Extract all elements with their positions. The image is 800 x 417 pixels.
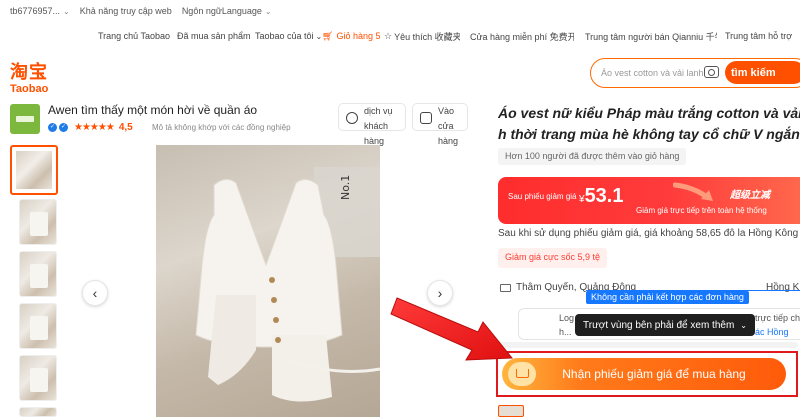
site-nav: Trang chủ Taobao Đã mua sản phẩm Taobao … — [0, 22, 800, 50]
visit-store-label: Vào cửa hàng — [438, 104, 458, 149]
product-photo: No.1 — [195, 167, 380, 402]
shop-note: Mô tả không khớp với các đồng nghiệp — [152, 123, 291, 132]
logistics-text: h... — [559, 327, 572, 337]
divider — [498, 342, 798, 348]
star-icon: ☆ — [384, 30, 393, 41]
nav-label: Trang chủ Taobao — [98, 31, 171, 41]
svc-line: dịch vụ — [364, 106, 393, 116]
thumbnail-3[interactable] — [19, 251, 57, 297]
number-tag-label: No.1 — [339, 175, 352, 200]
product-title: Áo vest nữ kiểu Pháp màu trắng cotton và… — [498, 103, 800, 145]
search-bar: Áo vest cotton và vải lanh tìm kiếm — [590, 58, 800, 88]
verified-badge-icon: ✓ — [48, 123, 57, 132]
chevron-right-icon: › — [437, 285, 443, 301]
coupon-price: ¥53.1 — [579, 185, 624, 208]
main-product-image[interactable]: No.1 — [156, 145, 380, 417]
chat-icon — [346, 112, 358, 124]
combine-orders-tip: Không cần phải kết hợp các đơn hàng — [586, 291, 749, 304]
sku-thumbnail[interactable] — [498, 405, 524, 417]
shop-logo[interactable] — [10, 104, 40, 134]
logistics-text: trực tiếp chí — [755, 313, 800, 323]
logistics-text: Log — [559, 313, 575, 323]
nav-label: Yêu thích 收藏夹 — [394, 31, 460, 42]
added-to-cart-badge: Hơn 100 người đã được thêm vào giỏ hàng — [498, 148, 687, 165]
title-line-2: h thời trang mùa hè không tay cổ chữ V n… — [498, 126, 800, 142]
chevron-down-icon[interactable]: ⌄ — [63, 7, 70, 16]
thumbnail-2[interactable] — [19, 199, 57, 245]
search-button[interactable]: tìm kiếm — [725, 61, 800, 84]
nav-purchased[interactable]: Đã mua sản phẩm — [177, 31, 251, 41]
title-line-1: Áo vest nữ kiểu Pháp màu trắng cotton và… — [498, 105, 800, 121]
search-input[interactable]: Áo vest cotton và vải lanh — [601, 68, 704, 78]
scroll-hint-tooltip[interactable]: Trượt vùng bên phải để xem thêm ⌄ — [575, 314, 755, 336]
chevron-left-icon: ‹ — [92, 285, 98, 301]
customer-service-label: dịch vụ khách hàng — [364, 104, 393, 149]
rating-stars: ★★★★★ — [74, 122, 115, 133]
cart-icon — [508, 362, 536, 386]
nav-favorites[interactable]: ☆ Yêu thích 收藏夹 — [384, 30, 460, 43]
visit-store-button[interactable]: Vào cửa hàng — [412, 103, 468, 146]
cart-icon: 🛒︎ — [322, 30, 334, 41]
thumbnail-1[interactable] — [10, 145, 58, 195]
coupon-subtitle: Giảm giá trực tiếp trên toàn hệ thống — [636, 206, 767, 215]
logistics-link[interactable]: ác Hồng — [755, 327, 789, 337]
nav-label: Taobao của tôi — [255, 31, 314, 41]
taobao-logo[interactable]: 淘宝 Taobao — [10, 58, 48, 95]
discount-arrow-icon — [673, 182, 713, 201]
logo-en: Taobao — [10, 83, 49, 95]
shop-rating: 4,5 — [118, 122, 133, 133]
nav-cart[interactable]: 🛒︎ Giỏ hàng 5 — [322, 31, 380, 42]
language-selector[interactable]: Ngôn ngữLanguage — [182, 6, 262, 16]
store-icon — [420, 112, 432, 124]
ship-to[interactable]: Hồng K — [766, 282, 799, 293]
nav-support[interactable]: Trung tâm hỗ trợ — [725, 31, 800, 41]
nav-label: Trung tâm hỗ trợ — [725, 31, 793, 41]
scroll-hint-text: Trượt vùng bên phải để xem thêm — [583, 319, 735, 331]
nav-seller-center[interactable]: Trung tâm người bán Qianniu 千牛卖家中心 — [585, 30, 717, 43]
chevron-down-icon[interactable]: ⌄ — [265, 7, 272, 16]
accessibility-link[interactable]: Khả năng truy cập web — [80, 6, 172, 16]
top-utility-bar: tb6776957... ⌄ Khả năng truy cập web Ngô… — [0, 0, 800, 22]
taobao-product-page: tb6776957... ⌄ Khả năng truy cập web Ngô… — [0, 0, 800, 417]
nav-my-taobao[interactable]: Taobao của tôi ⌄ — [255, 31, 322, 41]
customer-service-button[interactable]: dịch vụ khách hàng — [338, 103, 406, 146]
thumbnail-4[interactable] — [19, 303, 57, 349]
discount-pill: Giảm giá cực sốc 5,9 tệ — [498, 248, 608, 268]
store-line: Vào — [438, 106, 455, 116]
coupon-label: Sau phiếu giảm giá — [508, 192, 577, 201]
nav-label: Giỏ hàng 5 — [336, 31, 381, 41]
svc-line: khách — [364, 121, 389, 131]
prev-image-button[interactable]: ‹ — [82, 280, 108, 306]
get-coupon-buy-button[interactable]: Nhận phiếu giảm giá để mua hàng — [502, 358, 786, 390]
shop-badges: ✓ ✓ ★★★★★ 4,5 — [48, 122, 133, 133]
shop-name[interactable]: Awen tìm thấy một món hời về quần áo — [48, 103, 257, 117]
coupon-price-value: 53.1 — [584, 185, 624, 207]
next-image-button[interactable]: › — [427, 280, 453, 306]
nav-label: Cửa hàng miễn phí 免费开店 — [470, 31, 574, 42]
nav-label: Đã mua sản phẩm — [177, 31, 251, 41]
logo-cn: 淘宝 — [10, 62, 48, 83]
store-line: hàng — [438, 136, 459, 146]
user-account-link[interactable]: tb6776957... — [10, 6, 60, 16]
thumbnail-5[interactable] — [19, 355, 57, 401]
nav-label: Trung tâm người bán Qianniu 千牛卖家中心 — [585, 31, 717, 42]
coupon-price-banner[interactable]: Sau phiếu giảm giá ¥53.1 超级立减 Giảm giá t… — [498, 177, 800, 224]
nav-home[interactable]: Trang chủ Taobao — [98, 31, 170, 41]
buy-button-label: Nhận phiếu giảm giá để mua hàng — [562, 367, 746, 381]
nav-free-store[interactable]: Cửa hàng miễn phí 免费开店 — [470, 30, 574, 43]
thumbnail-6[interactable] — [19, 407, 57, 417]
camera-icon[interactable] — [704, 66, 719, 78]
store-line: cửa — [438, 121, 454, 131]
chevron-down-icon: ⌄ — [740, 320, 747, 330]
coupon-tag: 超级立减 — [730, 190, 770, 201]
shield-badge-icon: ✓ — [59, 123, 68, 132]
after-coupon-price: Sau khi sử dụng phiếu giảm giá, giá khoả… — [498, 228, 799, 239]
truck-icon — [500, 283, 511, 292]
